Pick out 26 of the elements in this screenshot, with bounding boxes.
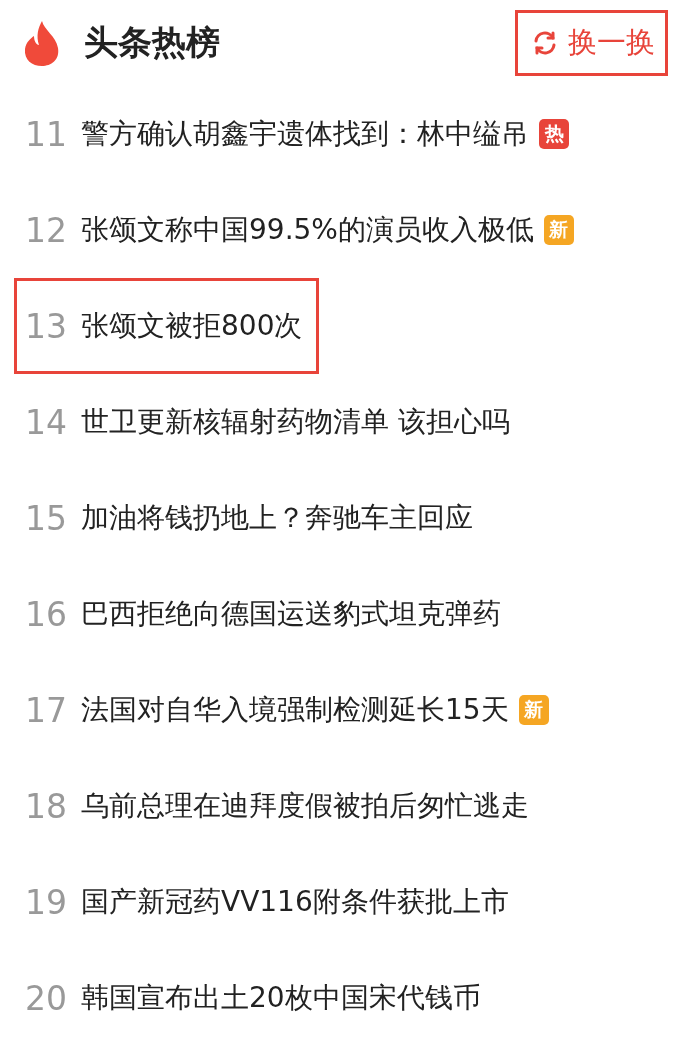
rank-number: 19 bbox=[25, 882, 68, 922]
headline-link[interactable]: 巴西拒绝向德国运送豹式坦克弹药 bbox=[81, 595, 501, 633]
rank-number: 12 bbox=[25, 210, 68, 250]
headline-link[interactable]: 乌前总理在迪拜度假被拍后匆忙逃走 bbox=[81, 787, 529, 825]
rank-number: 18 bbox=[25, 786, 68, 826]
headline-link[interactable]: 张颂文被拒800次 bbox=[81, 307, 303, 345]
headline-link[interactable]: 世卫更新核辐射药物清单 该担心吗 bbox=[81, 403, 510, 441]
list-title: 头条热榜 bbox=[84, 21, 220, 64]
rank-number: 11 bbox=[25, 114, 68, 154]
headline-link[interactable]: 张颂文称中国99.5%的演员收入极低 bbox=[81, 211, 534, 249]
tag-badge: 新 bbox=[543, 215, 574, 245]
headline-link[interactable]: 韩国宣布出土20枚中国宋代钱币 bbox=[81, 979, 481, 1017]
rank-number: 15 bbox=[25, 498, 68, 538]
rank-number: 13 bbox=[25, 306, 68, 346]
rank-number: 20 bbox=[25, 978, 68, 1018]
rank-number: 17 bbox=[25, 690, 68, 730]
tag-badge: 新 bbox=[518, 695, 549, 725]
refresh-button[interactable]: 换一换 bbox=[515, 10, 668, 76]
refresh-icon bbox=[532, 30, 558, 56]
rank-number: 16 bbox=[25, 594, 68, 634]
rank-number: 14 bbox=[25, 402, 68, 442]
headline-link[interactable]: 警方确认胡鑫宇遗体找到：林中缢吊 bbox=[81, 115, 529, 153]
tag-badge: 热 bbox=[539, 119, 569, 149]
headline-link[interactable]: 加油将钱扔地上？奔驰车主回应 bbox=[81, 499, 473, 537]
headline-link[interactable]: 法国对自华入境强制检测延长15天 bbox=[81, 691, 509, 729]
headline-link[interactable]: 国产新冠药VV116附条件获批上市 bbox=[81, 883, 509, 921]
